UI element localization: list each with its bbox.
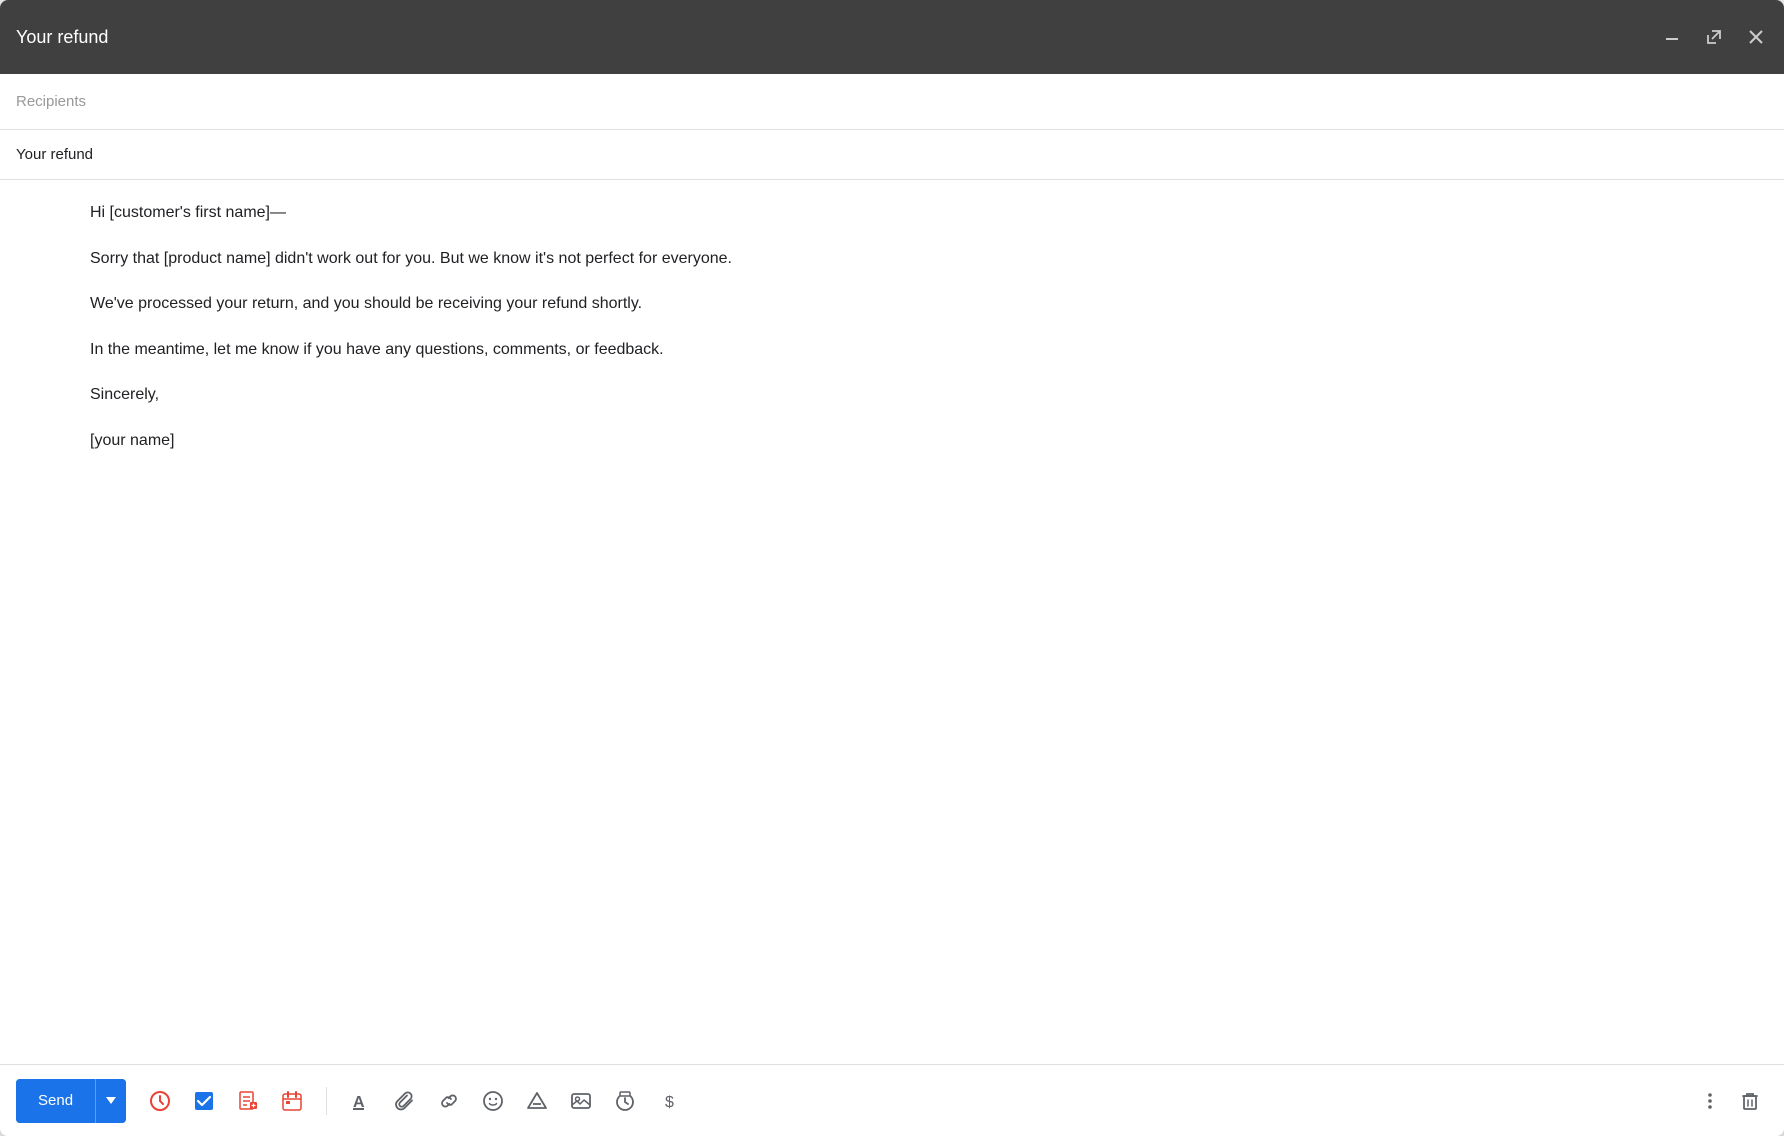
title-bar: Your refund [0, 0, 1784, 74]
minimize-button[interactable] [1660, 25, 1684, 49]
body-line4: In the meantime, let me know if you have… [90, 337, 1768, 363]
check-icon[interactable] [186, 1083, 222, 1119]
toolbar-right [1692, 1083, 1768, 1119]
svg-text:$: $ [665, 1094, 674, 1111]
send-button[interactable]: Send [16, 1079, 95, 1123]
body-line6: [your name] [90, 428, 1768, 454]
send-button-group: Send [16, 1079, 126, 1123]
body-line2: Sorry that [product name] didn't work ou… [90, 246, 1768, 272]
toolbar: Send [0, 1064, 1784, 1136]
more-options-icon[interactable] [1692, 1083, 1728, 1119]
subject-text: Your refund [16, 146, 93, 163]
photos-icon[interactable] [563, 1083, 599, 1119]
recipients-row [0, 74, 1784, 130]
recipients-input[interactable] [16, 93, 1768, 110]
subject-row: Your refund [0, 130, 1784, 180]
emoji-icon[interactable] [475, 1083, 511, 1119]
popout-button[interactable] [1702, 25, 1726, 49]
link-icon[interactable] [431, 1083, 467, 1119]
schedule-send-icon[interactable] [142, 1083, 178, 1119]
body-line5: Sincerely, [90, 382, 1768, 408]
body-line1: Hi [customer's first name]— [90, 200, 1768, 226]
window-title: Your refund [16, 27, 108, 48]
delete-icon[interactable] [1732, 1083, 1768, 1119]
format-text-icon[interactable]: A [343, 1083, 379, 1119]
body-line3: We've processed your return, and you sho… [90, 291, 1768, 317]
confidential-icon[interactable] [607, 1083, 643, 1119]
toolbar-separator-1 [326, 1087, 327, 1115]
calendar-icon[interactable] [274, 1083, 310, 1119]
send-dropdown-button[interactable] [95, 1079, 126, 1123]
payment-icon[interactable]: $ [651, 1083, 687, 1119]
drive-icon[interactable] [519, 1083, 555, 1119]
note-icon[interactable] [230, 1083, 266, 1119]
email-body[interactable]: Hi [customer's first name]— Sorry that [… [0, 180, 1784, 1064]
attach-icon[interactable] [387, 1083, 423, 1119]
close-button[interactable] [1744, 25, 1768, 49]
compose-window: Your refund [0, 0, 1784, 1136]
title-bar-controls [1660, 25, 1768, 49]
